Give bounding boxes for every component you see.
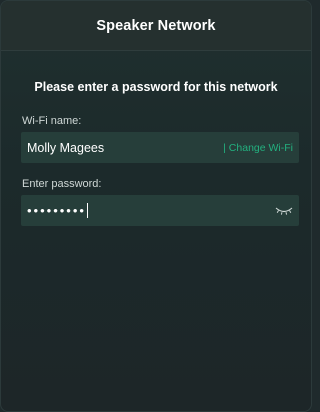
password-label: Enter password:: [22, 178, 102, 190]
wifi-name-label: Wi-Fi name:: [22, 115, 82, 127]
eye-closed-icon[interactable]: [275, 206, 293, 216]
password-field[interactable]: •••••••••: [21, 195, 299, 226]
wifi-name-field: Molly Magees | Change Wi-Fi: [21, 132, 299, 163]
text-cursor: [86, 203, 88, 218]
speaker-network-dialog: Speaker Network Please enter a password …: [0, 0, 312, 412]
password-masked-value: •••••••••: [27, 203, 86, 218]
dialog-header: Speaker Network: [1, 1, 311, 51]
password-prompt: Please enter a password for this network: [34, 80, 278, 94]
dialog-title: Speaker Network: [96, 17, 216, 34]
password-input[interactable]: •••••••••: [27, 203, 275, 218]
wifi-name-value: Molly Magees: [27, 140, 105, 155]
change-wifi-link[interactable]: | Change Wi-Fi: [223, 142, 293, 154]
